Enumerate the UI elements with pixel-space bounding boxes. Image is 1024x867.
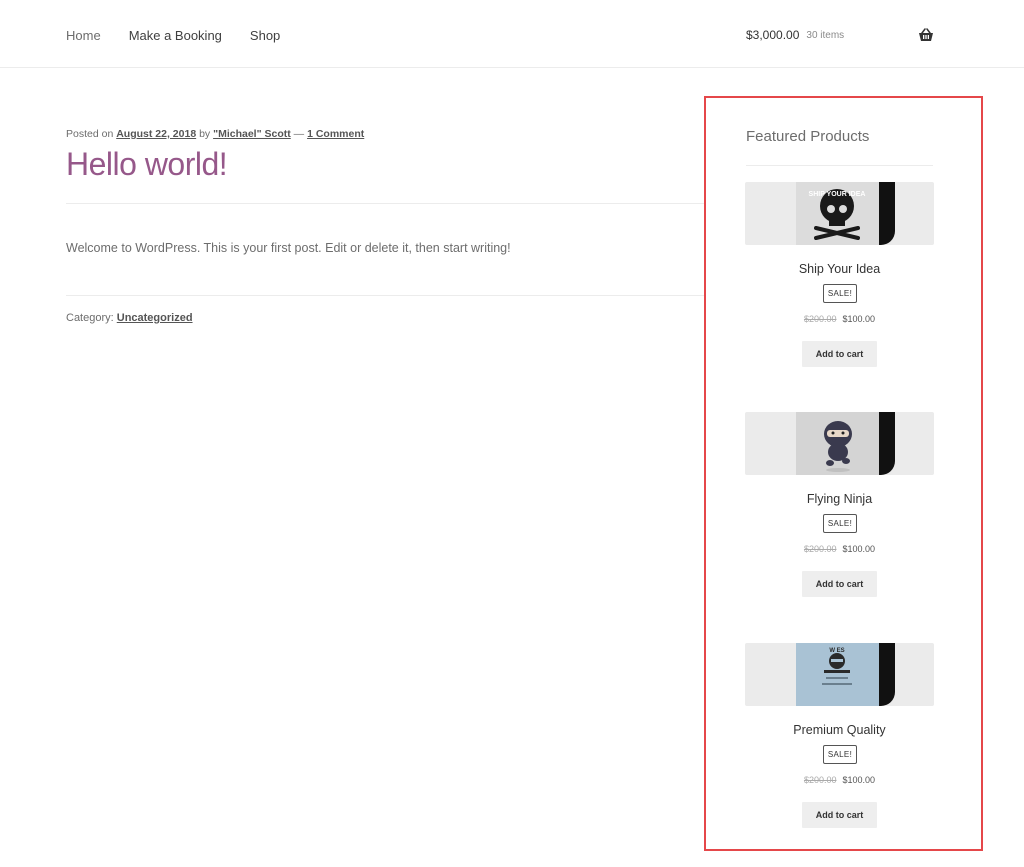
product-name[interactable]: Ship Your Idea [745, 262, 934, 277]
product-price: $200.00 $100.00 [745, 314, 934, 325]
product-image-text: W ES [829, 648, 844, 654]
post-title[interactable]: Hello world! [66, 144, 228, 184]
nav-item-shop[interactable]: Shop [250, 27, 280, 44]
sale-price: $100.00 [842, 775, 876, 785]
post-meta-prefix: Posted on [66, 128, 117, 140]
product-price: $200.00 $100.00 [745, 544, 934, 555]
primary-navigation: Home Make a Booking Shop [66, 27, 308, 44]
product-image[interactable]: W ES [796, 643, 879, 706]
product-image[interactable]: SHIP YOUR IDEA [796, 182, 879, 245]
post-body: Welcome to WordPress. This is your first… [66, 241, 511, 255]
post-date-link[interactable]: August 22, 2018 [116, 128, 196, 140]
product-image-text: SHIP YOUR IDEA [809, 191, 866, 198]
post-meta-separator: — [290, 128, 308, 140]
product-image[interactable] [796, 412, 879, 475]
product-image-edge [879, 182, 895, 245]
post-category: Category: Uncategorized [66, 312, 193, 325]
category-label: Category: [66, 312, 117, 324]
product-card: SHIP YOUR IDEA Ship Your Idea SALE! $200… [745, 182, 934, 382]
original-price: $200.00 [803, 775, 837, 785]
category-link[interactable]: Uncategorized [117, 312, 193, 324]
sale-badge: SALE! [823, 745, 857, 764]
header-cart[interactable]: $3,000.00 30 items [746, 27, 844, 44]
nav-item-home[interactable]: Home [66, 27, 101, 44]
sale-badge: SALE! [823, 284, 857, 303]
site-header: Home Make a Booking Shop $3,000.00 30 it… [0, 0, 1024, 68]
product-image-edge [879, 643, 895, 706]
sale-price: $100.00 [842, 544, 876, 554]
post-meta-by: by [196, 128, 214, 140]
basket-icon[interactable] [918, 28, 934, 42]
product-card: W ES Premium Quality SALE! $200.00 $100.0… [745, 643, 934, 843]
widget-title: Featured Products [746, 128, 870, 145]
original-price: $200.00 [803, 544, 837, 554]
divider [746, 165, 933, 166]
product-thumbnail[interactable]: W ES [745, 643, 934, 706]
divider [66, 203, 704, 204]
post-comments-link[interactable]: 1 Comment [307, 128, 364, 140]
cart-item-count[interactable]: 30 items [806, 27, 844, 44]
product-card: Flying Ninja SALE! $200.00 $100.00 Add to… [745, 412, 934, 612]
cart-amount[interactable]: $3,000.00 [746, 27, 799, 44]
add-to-cart-button[interactable]: Add to cart [802, 341, 877, 367]
product-thumbnail[interactable] [745, 412, 934, 475]
sale-price: $100.00 [842, 314, 876, 324]
add-to-cart-button[interactable]: Add to cart [802, 802, 877, 828]
nav-item-make-a-booking[interactable]: Make a Booking [129, 27, 222, 44]
product-image-edge [879, 412, 895, 475]
add-to-cart-button[interactable]: Add to cart [802, 571, 877, 597]
divider [66, 295, 704, 296]
product-thumbnail[interactable]: SHIP YOUR IDEA [745, 182, 934, 245]
post-meta: Posted on August 22, 2018 by "Michael" S… [66, 128, 364, 141]
post-author-link[interactable]: "Michael" Scott [213, 128, 291, 140]
product-price: $200.00 $100.00 [745, 775, 934, 786]
product-name[interactable]: Premium Quality [745, 723, 934, 738]
sale-badge: SALE! [823, 514, 857, 533]
original-price: $200.00 [803, 314, 837, 324]
product-name[interactable]: Flying Ninja [745, 492, 934, 507]
